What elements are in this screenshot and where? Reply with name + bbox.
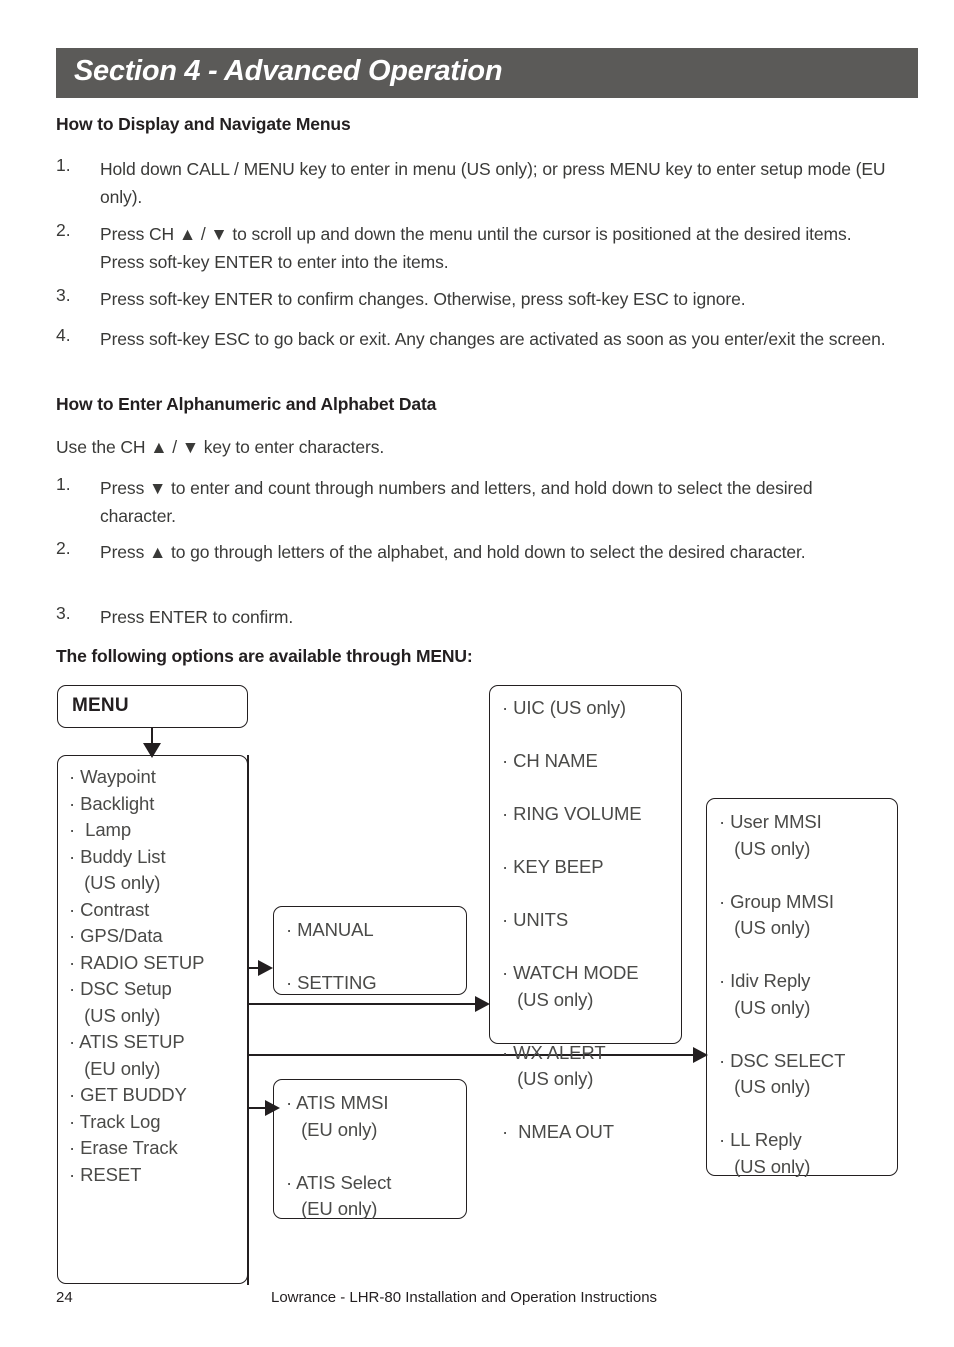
list-item[interactable]: · ATIS Select [286, 1170, 466, 1197]
list-item[interactable]: · Contrast [69, 897, 247, 924]
radio-setup-box[interactable]: · UIC (US only) · CH NAME · RING VOLUME … [489, 685, 682, 1142]
heading-navigate-menus: How to Display and Navigate Menus [56, 114, 351, 134]
step-text: Press ENTER to confirm. [100, 607, 294, 627]
list-item[interactable]: · UIC (US only) [502, 695, 681, 722]
step-number: 3. [56, 285, 71, 305]
radio-setup-list: · UIC (US only) · CH NAME · RING VOLUME … [502, 695, 681, 1146]
list-item-note: (US only) [719, 917, 811, 938]
list-item[interactable]: · GET BUDDY [69, 1082, 247, 1109]
list-item[interactable]: · UNITS [502, 907, 681, 934]
list-item-note: (US only) [69, 1004, 161, 1026]
atis-list: · ATIS MMSI (EU only) · ATIS Select (EU … [286, 1090, 466, 1223]
arrow-right-icon [258, 960, 273, 976]
list-spacer [502, 934, 681, 961]
list-item-note: (US only) [719, 837, 811, 859]
list-item-note: (US only) [502, 988, 594, 1010]
dsc-setup-box[interactable]: · User MMSI (US only) · Group MMSI (US o… [706, 798, 898, 1177]
step-number: 2. [56, 220, 71, 240]
gps-data-box[interactable]: · MANUAL · SETTING [273, 906, 467, 995]
list-spacer [719, 862, 897, 889]
step-text: Press soft-key ENTER to confirm changes.… [100, 289, 746, 309]
list-item[interactable]: · CH NAME [502, 748, 681, 775]
atis-box[interactable]: · ATIS MMSI (EU only) · ATIS Select (EU … [273, 1079, 467, 1219]
list-item-note: (EU only) [286, 1118, 378, 1140]
list-item[interactable]: · Erase Track [69, 1135, 247, 1162]
step-number: 2. [56, 538, 71, 558]
step-text: Hold down CALL / MENU key to enter in me… [100, 159, 886, 207]
list-item[interactable]: · DSC SELECT [719, 1048, 897, 1075]
list-item[interactable]: · KEY BEEP [502, 854, 681, 881]
heading-menu-options: The following options are available thro… [56, 646, 473, 666]
step-number: 1. [56, 155, 71, 175]
list-item[interactable]: · MANUAL [286, 917, 466, 944]
page: Section 4 - Advanced Operation How to Di… [0, 0, 954, 1347]
main-menu-list: · Waypoint · Backlight · Lamp · Buddy Li… [69, 764, 247, 1188]
step-text: Press CH ▲ / ▼ to scroll up and down the… [100, 224, 852, 272]
list-item[interactable]: · Waypoint [69, 764, 247, 791]
list-item[interactable]: · Backlight [69, 791, 247, 818]
list-spacer [719, 1021, 897, 1048]
footer-page-number: 24 [56, 1289, 73, 1306]
list-spacer [286, 944, 466, 971]
main-menu-box[interactable]: · Waypoint · Backlight · Lamp · Buddy Li… [57, 755, 248, 1284]
list-item-note: (EU only) [69, 1057, 161, 1079]
list-item[interactable]: · ATIS SETUP [69, 1029, 247, 1056]
list-item-note: (US only) [719, 1076, 811, 1097]
list-item[interactable]: · Idiv Reply [719, 968, 897, 995]
list-item[interactable]: · WATCH MODE [502, 960, 681, 987]
list-item[interactable]: · SETTING [286, 970, 466, 997]
arrow-down-icon [143, 743, 161, 758]
menu-box-label: MENU [72, 695, 129, 716]
list-item[interactable]: · RING VOLUME [502, 801, 681, 828]
list-spacer [719, 942, 897, 969]
gps-data-list: · MANUAL · SETTING [286, 917, 466, 997]
arrow-right-icon [475, 996, 490, 1012]
list-item[interactable]: · Lamp [69, 817, 247, 844]
step-number: 4. [56, 325, 71, 345]
list-spacer [502, 775, 681, 802]
connector-radio-setup [210, 1003, 487, 1006]
list-item[interactable]: · RESET [69, 1162, 247, 1189]
list-spacer [502, 722, 681, 749]
heading-alphanumeric-data: How to Enter Alphanumeric and Alphabet D… [56, 394, 437, 414]
section-header-band: Section 4 - Advanced Operation [56, 48, 918, 98]
list-item[interactable]: · WX ALERT [502, 1040, 681, 1067]
list-spacer [502, 1093, 681, 1120]
list-item[interactable]: · RADIO SETUP [69, 950, 247, 977]
list-spacer [502, 881, 681, 908]
arrow-right-icon [693, 1047, 708, 1063]
list-item-note: (EU only) [286, 1198, 378, 1219]
list-item-note: (US only) [502, 1068, 594, 1089]
list-item[interactable]: · NMEA OUT [502, 1119, 681, 1146]
list-item[interactable]: · ATIS MMSI [286, 1090, 466, 1117]
list-item-note: (US only) [719, 996, 811, 1018]
step-text: Press ▲ to go through letters of the alp… [100, 542, 806, 562]
list-item-note: (US only) [719, 1155, 811, 1177]
list-item[interactable]: · LL Reply [719, 1127, 897, 1154]
dsc-setup-list: · User MMSI (US only) · Group MMSI (US o… [719, 809, 897, 1180]
list-item[interactable]: · DSC Setup [69, 976, 247, 1003]
list-spacer [502, 828, 681, 855]
list-item[interactable]: · Buddy List [69, 844, 247, 871]
menu-box[interactable]: MENU [57, 685, 248, 728]
footer-text: Lowrance - LHR-80 Installation and Opera… [271, 1289, 658, 1306]
list-spacer [719, 1101, 897, 1128]
page-title: Section 4 - Advanced Operation [74, 55, 503, 87]
step-text: Press soft-key ESC to go back or exit. A… [100, 329, 886, 349]
list-item-note: (US only) [69, 872, 161, 893]
list-item[interactable]: · User MMSI [719, 809, 897, 836]
arrow-right-icon [265, 1100, 280, 1116]
list-spacer [286, 1143, 466, 1170]
list-item[interactable]: · GPS/Data [69, 923, 247, 950]
step-number: 1. [56, 474, 71, 494]
step-number: 3. [56, 603, 71, 623]
list-spacer [502, 1013, 681, 1040]
list-item[interactable]: · Group MMSI [719, 889, 897, 916]
alphanumeric-intro: Use the CH ▲ / ▼ key to enter characters… [56, 437, 385, 457]
list-item[interactable]: · Track Log [69, 1109, 247, 1136]
step-text: Press ▼ to enter and count through numbe… [100, 478, 813, 526]
